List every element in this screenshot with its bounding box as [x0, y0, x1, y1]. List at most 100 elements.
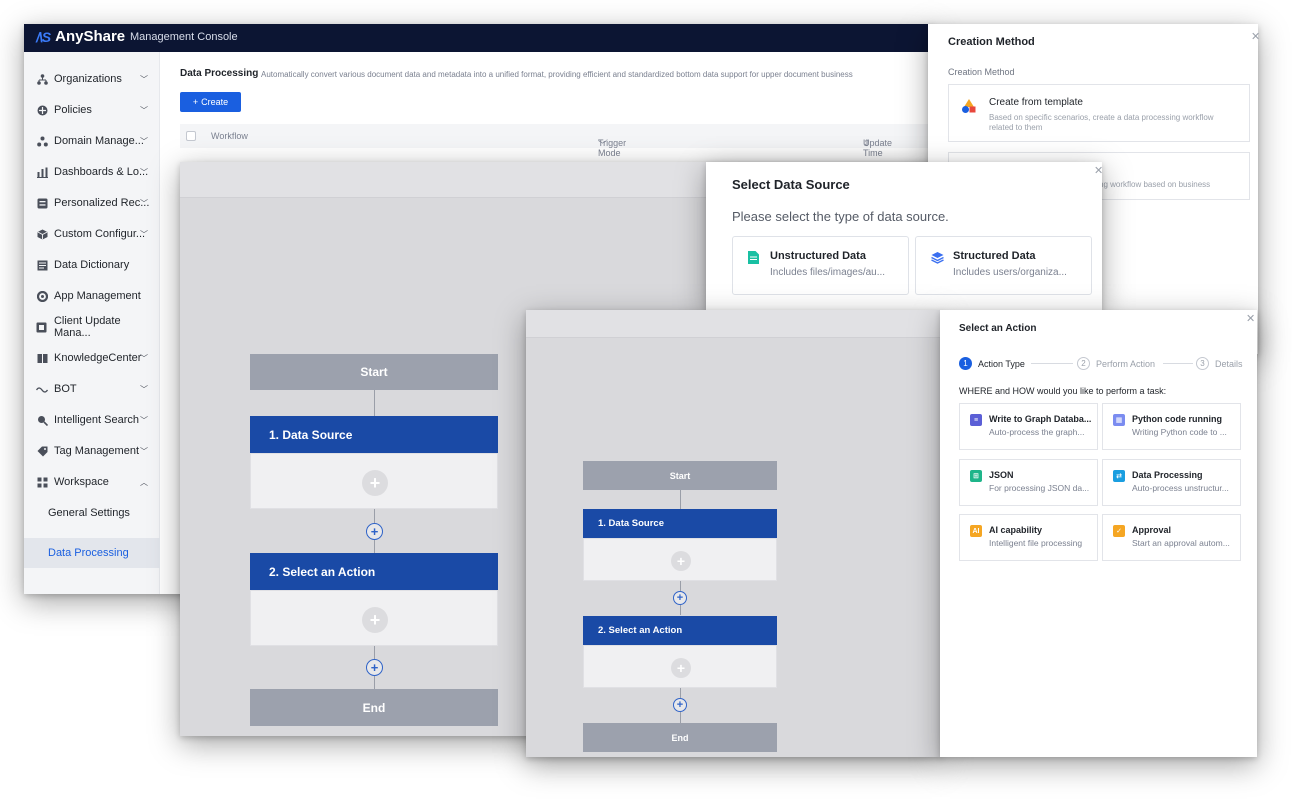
workflow-editor-small: Start 1. Data Source + + 2. Select an Ac…	[526, 310, 942, 757]
sidebar-item-data-dictionary[interactable]: Data Dictionary	[24, 250, 160, 280]
option-description: Based on specific scenarios, create a da…	[989, 113, 1214, 132]
structured-data-option[interactable]: Structured Data Includes users/organiza.…	[915, 236, 1092, 295]
sidebar-item-custom-configuration[interactable]: Custom Configur... ﹀	[24, 219, 160, 249]
sidebar-item-tag-management[interactable]: Tag Management ﹀	[24, 436, 160, 466]
sidebar-item-intelligent-search[interactable]: Intelligent Search ﹀	[24, 405, 160, 435]
select-data-source-dialog: Select Data Source ✕ Please select the t…	[706, 162, 1103, 310]
sidebar-item-bot[interactable]: BOT ﹀	[24, 374, 160, 404]
add-action-icon[interactable]: +	[671, 658, 691, 678]
create-from-template-option[interactable]: Create from template Based on specific s…	[948, 84, 1250, 142]
action-write-to-graph-database[interactable]: ≡ Write to Graph Databa... Auto-process …	[959, 403, 1098, 450]
chevron-down-icon: ﹀	[140, 167, 148, 177]
add-source-icon[interactable]: +	[362, 470, 388, 496]
select-all-checkbox[interactable]	[186, 131, 196, 141]
sidebar-item-label: Workspace	[54, 476, 109, 488]
close-icon[interactable]: ✕	[1246, 312, 1255, 325]
insert-step-button[interactable]: +	[673, 698, 687, 712]
chevron-down-icon: ﹀	[140, 353, 148, 363]
sidebar-item-organizations[interactable]: Organizations ﹀	[24, 64, 160, 94]
option-title: Unstructured Data	[770, 250, 866, 262]
chevron-down-icon: ﹀	[140, 415, 148, 425]
dialog-title: Select Data Source	[732, 177, 850, 192]
flow-start-label: Start	[669, 470, 691, 481]
select-action-panel: Select an Action ✕ 1 Action Type 2 Perfo…	[940, 310, 1257, 757]
add-source-icon[interactable]: +	[671, 551, 691, 571]
flow-connector	[374, 509, 375, 523]
option-description: ng workflow based on business	[1099, 180, 1211, 189]
sidebar-item-label: BOT	[54, 383, 77, 395]
sidebar-item-client-update[interactable]: Client Update Mana...	[24, 312, 160, 342]
action-description: Start an approval autom...	[1132, 538, 1230, 548]
sidebar-item-personalized-recommendations[interactable]: Personalized Rec... ﹀	[24, 188, 160, 218]
chevron-down-icon: ﹀	[140, 198, 148, 208]
insert-step-button[interactable]: +	[366, 659, 383, 676]
step-1-indicator: 1	[959, 357, 972, 370]
flow-step-select-action[interactable]: 2. Select an Action	[583, 616, 777, 645]
anyshare-logo-icon: /\S	[36, 28, 51, 45]
action-description: Auto-process unstructur...	[1132, 483, 1229, 493]
flow-start-node: Start	[583, 461, 777, 490]
client-update-icon	[36, 321, 48, 333]
flow-connector	[374, 390, 375, 416]
flow-step-data-source[interactable]: 1. Data Source	[583, 509, 777, 538]
add-action-icon[interactable]: +	[362, 607, 388, 633]
database-icon: ≡	[970, 414, 982, 426]
flow-connector	[374, 676, 375, 689]
code-icon: ▦	[1113, 414, 1125, 426]
close-icon[interactable]: ✕	[1094, 164, 1103, 177]
sidebar-item-knowledgecenter[interactable]: KnowledgeCenter ﹀	[24, 343, 160, 373]
unstructured-data-option[interactable]: Unstructured Data Includes files/images/…	[732, 236, 909, 295]
sidebar-item-label: App Management	[54, 290, 141, 302]
close-icon[interactable]: ✕	[1251, 30, 1260, 43]
action-title: Data Processing	[1132, 470, 1203, 480]
filter-chevron-icon: ﹀	[598, 140, 608, 150]
sidebar-item-label: Data Dictionary	[54, 259, 130, 271]
step-2-label: Perform Action	[1096, 359, 1156, 369]
config-icon	[36, 228, 48, 240]
create-button[interactable]: + Create	[180, 92, 241, 112]
recommend-icon	[36, 197, 48, 209]
action-approval[interactable]: ✓ Approval Start an approval autom...	[1102, 514, 1241, 561]
sidebar-item-domain-management[interactable]: Domain Manage... ﹀	[24, 126, 160, 156]
search-icon	[36, 414, 48, 426]
sidebar-item-label: Personalized Rec...	[54, 197, 150, 209]
action-description: Auto-process the graph...	[989, 427, 1085, 437]
flow-connector	[680, 605, 681, 615]
step-1-label: Action Type	[978, 359, 1025, 369]
flow-step-data-source[interactable]: 1. Data Source	[250, 416, 498, 453]
action-json[interactable]: ⊞ JSON For processing JSON da...	[959, 459, 1098, 506]
option-description: Includes files/images/au...	[770, 267, 886, 278]
creation-method-label: Creation Method	[948, 67, 1015, 77]
approval-icon: ✓	[1113, 525, 1125, 537]
flow-connector	[374, 646, 375, 660]
action-python-code-running[interactable]: ▦ Python code running Writing Python cod…	[1102, 403, 1241, 450]
flow-end-label: End	[362, 700, 386, 715]
flow-step-select-action[interactable]: 2. Select an Action	[250, 553, 498, 590]
chevron-down-icon: ﹀	[140, 446, 148, 456]
sidebar-item-data-processing[interactable]: Data Processing	[24, 538, 160, 568]
template-icon	[961, 98, 977, 119]
action-title: Approval	[1132, 525, 1172, 535]
console-subtitle: Management Console	[130, 31, 238, 43]
sidebar-item-dashboards[interactable]: Dashboards & Lo... ﹀	[24, 157, 160, 187]
policy-icon	[36, 104, 48, 116]
sidebar-item-general-settings[interactable]: General Settings	[24, 498, 160, 528]
action-question: WHERE and HOW would you like to perform …	[959, 386, 1167, 396]
tag-icon	[36, 445, 48, 457]
sidebar-item-label: Custom Configur...	[54, 228, 146, 240]
anyshare-logo[interactable]: /\S AnyShare	[36, 28, 125, 45]
sidebar-item-workspace[interactable]: Workspace ︿	[24, 467, 160, 497]
action-title: AI capability	[989, 525, 1043, 535]
json-icon: ⊞	[970, 470, 982, 482]
sidebar-item-app-management[interactable]: App Management	[24, 281, 160, 311]
step-divider	[1031, 363, 1073, 364]
sidebar-item-label: Client Update Mana...	[53, 315, 121, 339]
sidebar-item-policies[interactable]: Policies ﹀	[24, 95, 160, 125]
flow-start-label: Start	[360, 365, 388, 379]
chevron-down-icon: ﹀	[140, 74, 148, 84]
top-bar: /\S AnyShare Management Console	[24, 24, 934, 52]
insert-step-button[interactable]: +	[673, 591, 687, 605]
insert-step-button[interactable]: +	[366, 523, 383, 540]
action-ai-capability[interactable]: AI AI capability Intelligent file proces…	[959, 514, 1098, 561]
action-data-processing[interactable]: ⇄ Data Processing Auto-process unstructu…	[1102, 459, 1241, 506]
